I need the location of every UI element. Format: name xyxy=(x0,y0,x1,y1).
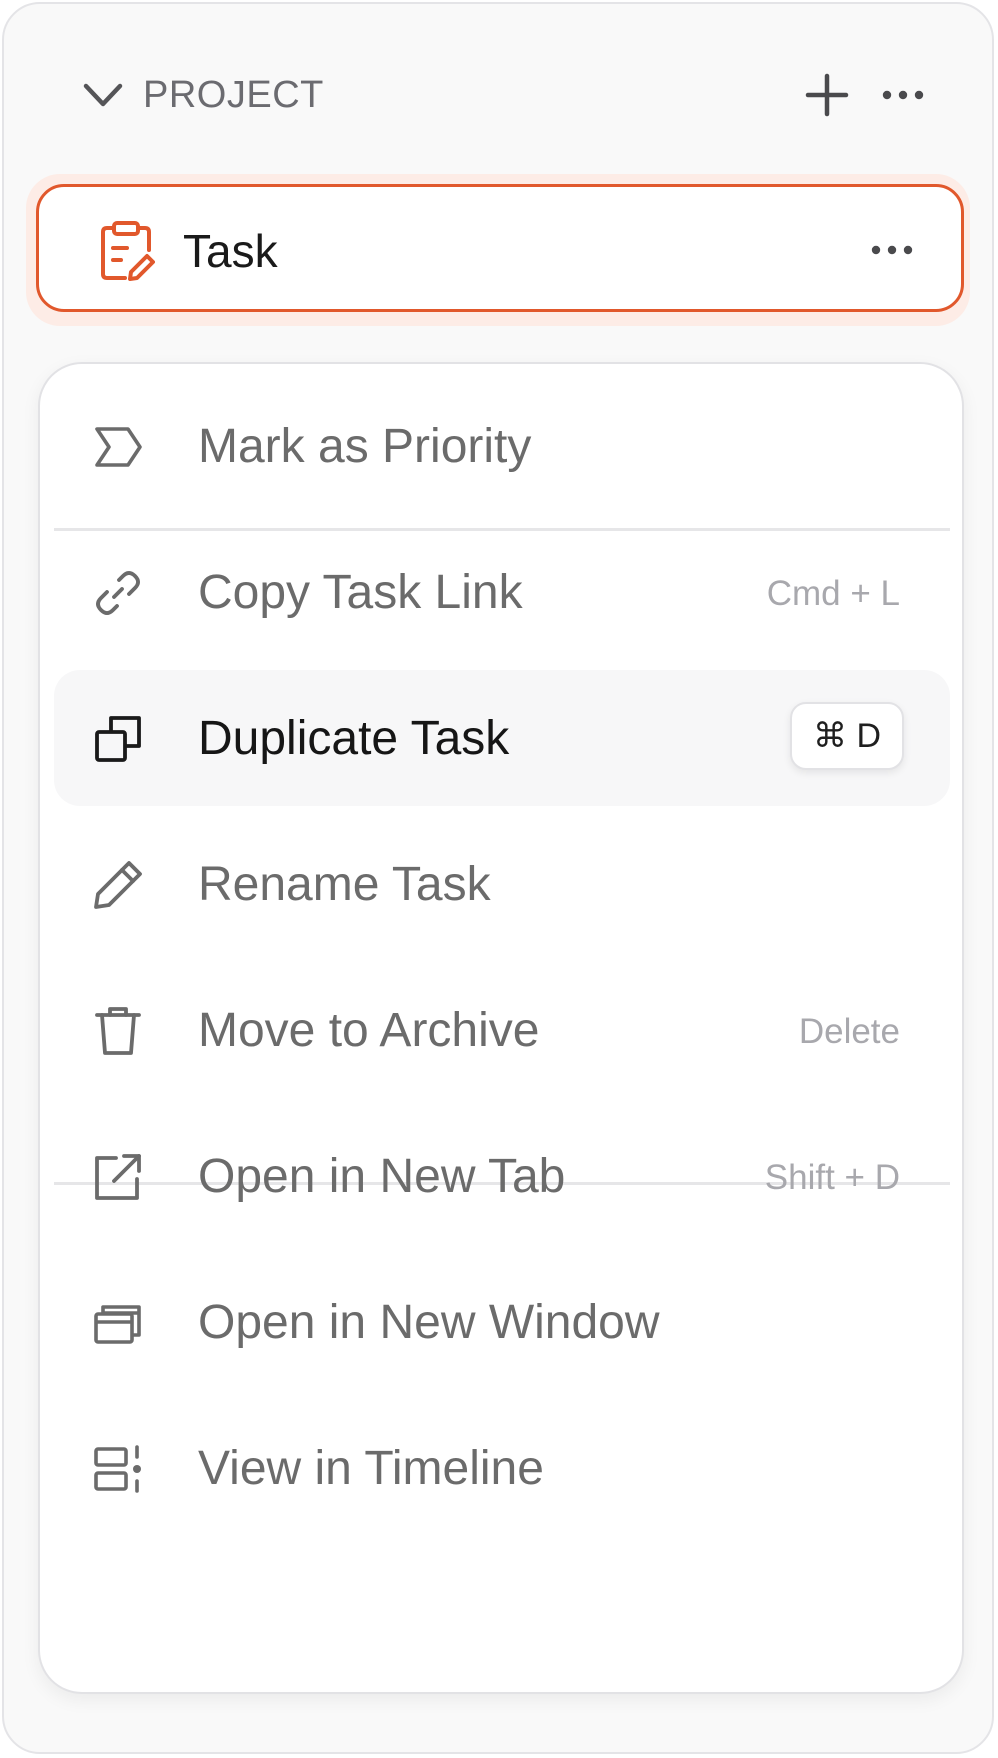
timeline-icon xyxy=(94,1445,141,1493)
menu-item-duplicate-task[interactable]: Duplicate Task ⌘ D xyxy=(54,670,950,806)
trash-icon xyxy=(95,1007,141,1055)
more-horizontal-icon[interactable] xyxy=(869,237,915,263)
plus-icon[interactable] xyxy=(804,72,850,118)
duplicate-icon xyxy=(95,716,141,762)
project-section-header: PROJECT xyxy=(4,4,992,184)
shortcut-hint: Cmd + L xyxy=(766,574,900,613)
menu-item-open-in-new-tab[interactable]: Open in New Tab Shift + D xyxy=(54,1108,950,1244)
menu-item-move-to-archive[interactable]: Move to Archive Delete xyxy=(54,962,950,1098)
menu-item-label: Move to Archive xyxy=(198,1004,540,1057)
section-title: PROJECT xyxy=(143,74,324,116)
menu-item-label: Open in New Tab xyxy=(198,1150,566,1203)
menu-item-view-in-timeline[interactable]: View in Timeline xyxy=(54,1400,950,1536)
priority-tag-icon xyxy=(95,427,142,467)
menu-item-label: View in Timeline xyxy=(198,1442,544,1495)
link-icon xyxy=(96,571,140,615)
windows-icon xyxy=(94,1305,141,1344)
pencil-icon xyxy=(94,861,142,909)
more-horizontal-icon[interactable] xyxy=(880,82,926,108)
shortcut-hint: Delete xyxy=(798,1012,900,1051)
task-label: Task xyxy=(183,225,278,277)
keyboard-shortcut-badge: ⌘ D xyxy=(790,702,904,770)
menu-item-label: Duplicate Task xyxy=(198,712,510,765)
menu-item-copy-task-link[interactable]: Copy Task Link Cmd + L xyxy=(54,524,950,660)
menu-item-mark-as-priority[interactable]: Mark as Priority xyxy=(54,378,950,514)
task-item-selected[interactable]: Task xyxy=(36,184,964,312)
context-menu: Mark as Priority Copy Task Link Cmd + L xyxy=(38,362,964,1694)
menu-item-label: Mark as Priority xyxy=(198,420,532,473)
external-link-icon xyxy=(95,1154,141,1200)
menu-item-open-in-new-window[interactable]: Open in New Window xyxy=(54,1254,950,1390)
shortcut-hint: Shift + D xyxy=(764,1158,900,1197)
clipboard-edit-icon xyxy=(101,221,155,281)
menu-item-label: Open in New Window xyxy=(198,1296,660,1349)
sidebar-panel: PROJECT Task Mark as Priority Copy Task … xyxy=(2,2,994,1754)
chevron-down-icon[interactable] xyxy=(80,76,126,116)
menu-item-label: Rename Task xyxy=(198,858,491,911)
menu-item-label: Copy Task Link xyxy=(198,566,523,619)
menu-item-rename-task[interactable]: Rename Task xyxy=(54,816,950,952)
